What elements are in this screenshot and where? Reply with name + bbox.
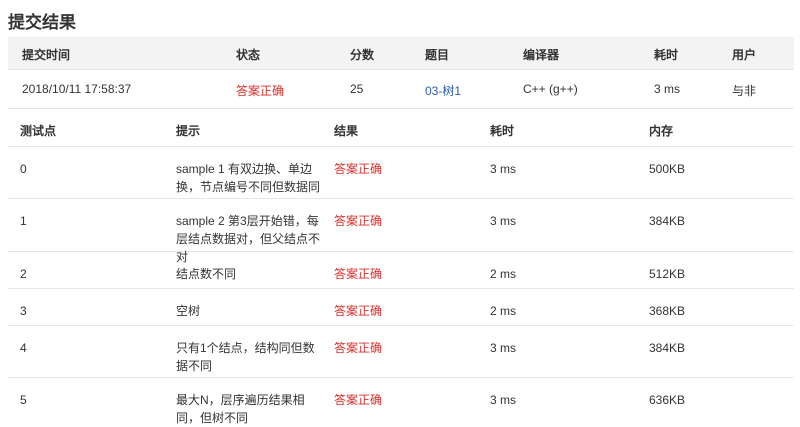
case-id: 1	[20, 214, 27, 228]
score: 25	[350, 82, 364, 96]
case-memory: 636KB	[649, 393, 686, 407]
case-result: 答案正确	[334, 162, 383, 176]
table-row: 2 结点数不同 答案正确 2 ms 512KB	[8, 252, 794, 289]
case-hint: 只有1个结点，结构同但数据不同	[176, 341, 315, 373]
cases-table-header: 测试点 提示 结果 耗时 内存	[8, 109, 794, 147]
page-title: 提交结果	[8, 13, 76, 32]
header-score: 分数	[350, 48, 375, 62]
case-id: 2	[20, 267, 27, 281]
header-user: 用户	[732, 48, 757, 62]
case-memory: 384KB	[649, 214, 686, 228]
header-problem: 题目	[425, 48, 450, 62]
table-row: 1 sample 2 第3层开始错，每层结点数据对，但父结点不对 答案正确 3 …	[8, 199, 794, 264]
header-submit-time: 提交时间	[22, 48, 71, 62]
case-id: 3	[20, 304, 27, 318]
summary-row: 2018/10/11 17:58:37 答案正确 25 03-树1 C++ (g…	[8, 69, 794, 109]
case-hint: sample 1 有双边换、单边换，节点编号不同但数据同	[176, 162, 321, 194]
case-memory: 368KB	[649, 304, 686, 318]
case-id: 5	[20, 393, 27, 407]
case-time: 3 ms	[490, 214, 517, 228]
table-row: 3 空树 答案正确 2 ms 368KB	[8, 289, 794, 326]
case-result: 答案正确	[334, 304, 383, 318]
compiler: C++ (g++)	[523, 82, 578, 96]
case-id: 4	[20, 341, 27, 355]
header-time: 耗时	[490, 124, 515, 138]
case-hint: 最大N，层序遍历结果相同，但树不同	[176, 393, 305, 425]
case-time: 3 ms	[490, 393, 517, 407]
header-memory: 内存	[649, 124, 674, 138]
case-memory: 384KB	[649, 341, 686, 355]
case-hint: 结点数不同	[176, 267, 237, 281]
case-time: 2 ms	[490, 267, 517, 281]
case-result: 答案正确	[334, 214, 383, 228]
case-hint: 空树	[176, 304, 201, 318]
table-row: 0 sample 1 有双边换、单边换，节点编号不同但数据同 答案正确 3 ms…	[8, 147, 794, 199]
user-link[interactable]: 与非	[732, 82, 756, 99]
table-row: 4 只有1个结点，结构同但数据不同 答案正确 3 ms 384KB	[8, 326, 794, 378]
case-time: 3 ms	[490, 341, 517, 355]
case-time: 2 ms	[490, 304, 517, 318]
header-compiler: 编译器	[523, 48, 560, 62]
case-memory: 500KB	[649, 162, 686, 176]
problem-link[interactable]: 03-树1	[425, 82, 461, 99]
header-elapsed: 耗时	[654, 48, 679, 62]
header-case: 测试点	[20, 124, 57, 138]
case-result: 答案正确	[334, 393, 383, 407]
header-status: 状态	[236, 48, 261, 62]
status-badge: 答案正确	[236, 84, 285, 98]
table-row: 5 最大N，层序遍历结果相同，但树不同 答案正确 3 ms 636KB	[8, 378, 794, 425]
header-hint: 提示	[176, 124, 201, 138]
case-memory: 512KB	[649, 267, 686, 281]
case-time: 3 ms	[490, 162, 517, 176]
case-result: 答案正确	[334, 341, 383, 355]
summary-table-header: 提交时间 状态 分数 题目 编译器 耗时 用户	[8, 37, 794, 69]
header-result: 结果	[334, 124, 359, 138]
case-result: 答案正确	[334, 267, 383, 281]
submit-time: 2018/10/11 17:58:37	[22, 82, 132, 96]
elapsed-time: 3 ms	[654, 82, 681, 96]
case-id: 0	[20, 162, 27, 176]
